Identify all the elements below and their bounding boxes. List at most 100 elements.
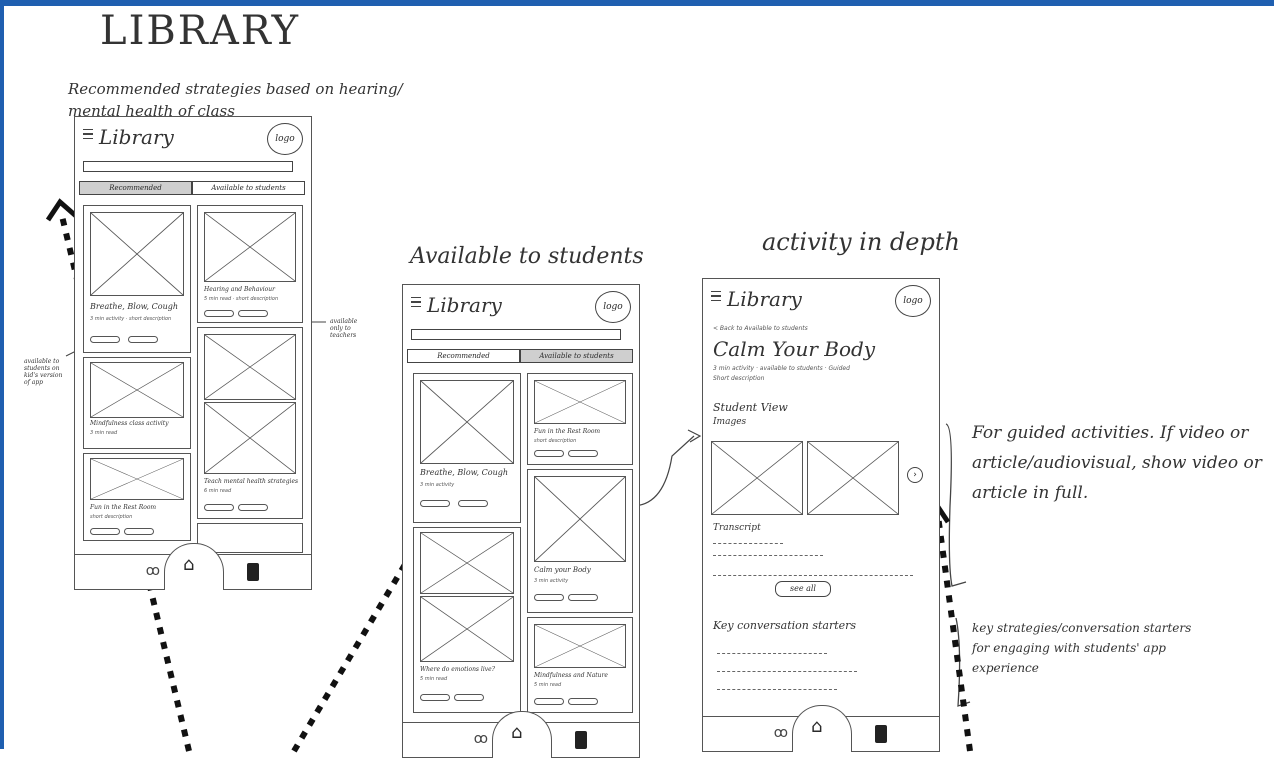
image-placeholder bbox=[534, 476, 626, 562]
image-placeholder bbox=[204, 334, 296, 400]
list-item[interactable]: Calm your Body 3 min activity bbox=[527, 469, 633, 613]
image-placeholder bbox=[534, 380, 626, 424]
book-icon[interactable] bbox=[575, 731, 588, 749]
card-title: Breathe, Blow, Cough bbox=[420, 468, 508, 477]
images-label: Images bbox=[713, 417, 747, 427]
card-meta: 5 min read · short description bbox=[204, 296, 279, 302]
phone-available: Library logo Recommended Available to st… bbox=[402, 284, 640, 758]
home-icon: ⌂ bbox=[811, 716, 823, 737]
pill-button[interactable] bbox=[204, 504, 234, 511]
bottom-nav: ꝏ ⌂ bbox=[703, 705, 939, 752]
activity-meta: 3 min activity · available to students ·… bbox=[713, 365, 850, 372]
card-title: Fun in the Rest Room bbox=[534, 428, 601, 435]
bottom-nav: ꝏ ⌂ bbox=[75, 543, 311, 590]
pill-button[interactable] bbox=[90, 528, 120, 535]
transcript-label: Transcript bbox=[713, 523, 761, 533]
card-meta: 5 min read bbox=[420, 676, 448, 682]
pill-button[interactable] bbox=[568, 698, 598, 705]
transcript-line bbox=[713, 555, 823, 556]
book-icon[interactable] bbox=[247, 563, 260, 581]
card-title: Calm your Body bbox=[534, 566, 591, 574]
student-view-label: Student View bbox=[713, 401, 788, 414]
people-icon[interactable]: ꝏ bbox=[146, 563, 160, 579]
bottom-nav: ꝏ ⌂ bbox=[403, 711, 639, 758]
menu-icon[interactable] bbox=[411, 297, 421, 307]
card-meta: short description bbox=[534, 438, 577, 444]
search-input[interactable] bbox=[411, 329, 621, 340]
card-meta: 3 min activity bbox=[420, 482, 455, 488]
home-button[interactable]: ⌂ bbox=[792, 705, 852, 752]
image-placeholder bbox=[420, 596, 514, 662]
logo-icon: logo bbox=[895, 285, 931, 317]
pill-button[interactable] bbox=[458, 500, 488, 507]
phone-recommended: Library logo Recommended Available to st… bbox=[74, 116, 312, 590]
activity-description: Short description bbox=[713, 375, 765, 382]
pill-button[interactable] bbox=[204, 310, 234, 317]
library-title: Library bbox=[727, 287, 802, 311]
people-icon[interactable]: ꝏ bbox=[474, 731, 488, 747]
tab-recommended[interactable]: Recommended bbox=[79, 181, 192, 195]
pill-button[interactable] bbox=[534, 594, 564, 601]
pill-button[interactable] bbox=[420, 500, 450, 507]
list-item[interactable]: Breathe, Blow, Cough 3 min activity bbox=[413, 373, 521, 523]
image-placeholder bbox=[90, 458, 184, 500]
tab-recommended[interactable]: Recommended bbox=[407, 349, 520, 363]
transcript-line bbox=[713, 543, 783, 544]
book-icon[interactable] bbox=[875, 725, 888, 743]
list-item[interactable]: Where do emotions live? 5 min read bbox=[413, 527, 521, 713]
card-title: Breathe, Blow, Cough bbox=[90, 302, 178, 311]
tab-available[interactable]: Available to students bbox=[192, 181, 305, 195]
tab-available[interactable]: Available to students bbox=[520, 349, 633, 363]
pill-button[interactable] bbox=[128, 336, 158, 343]
card-title: Mindfulness class activity bbox=[90, 420, 169, 427]
menu-icon[interactable] bbox=[711, 291, 721, 301]
logo-icon: logo bbox=[595, 291, 631, 323]
list-item[interactable]: Mindfulness class activity 3 min read bbox=[83, 357, 191, 449]
back-link[interactable]: < Back to Available to students bbox=[713, 325, 808, 332]
transcript-line bbox=[713, 575, 913, 576]
see-all-button[interactable]: see all bbox=[775, 581, 831, 597]
card-meta: 6 min read bbox=[204, 488, 232, 494]
card-title: Where do emotions live? bbox=[420, 666, 495, 673]
image-placeholder bbox=[807, 441, 899, 515]
card-meta: 5 min read bbox=[534, 682, 562, 688]
card-meta: 3 min read bbox=[90, 430, 118, 436]
list-item[interactable]: Breathe, Blow, Cough 3 min activity · sh… bbox=[83, 205, 191, 353]
home-button[interactable]: ⌂ bbox=[164, 543, 224, 590]
pill-button[interactable] bbox=[238, 504, 268, 511]
home-button[interactable]: ⌂ bbox=[492, 711, 552, 758]
card-meta: 3 min activity · short description bbox=[90, 316, 172, 322]
pill-button[interactable] bbox=[454, 694, 484, 701]
list-item[interactable]: Fun in the Rest Room short description bbox=[527, 373, 633, 465]
list-item[interactable]: Fun in the Rest Room short description bbox=[83, 453, 191, 541]
pill-button[interactable] bbox=[238, 310, 268, 317]
key-starters-label: Key conversation starters bbox=[713, 619, 857, 632]
search-input[interactable] bbox=[83, 161, 293, 172]
card-title: Hearing and Behaviour bbox=[204, 286, 276, 293]
menu-icon[interactable] bbox=[83, 129, 93, 139]
card-title: Teach mental health strategies bbox=[204, 478, 299, 485]
pill-button[interactable] bbox=[568, 450, 598, 457]
card-title: Fun in the Rest Room bbox=[90, 504, 157, 511]
phone-detail: Library logo < Back to Available to stud… bbox=[702, 278, 940, 752]
starter-line bbox=[717, 689, 837, 690]
image-placeholder bbox=[204, 212, 296, 282]
pill-button[interactable] bbox=[420, 694, 450, 701]
image-placeholder bbox=[420, 532, 514, 594]
library-title: Library bbox=[99, 125, 174, 149]
next-arrow-icon[interactable]: › bbox=[907, 467, 923, 483]
pill-button[interactable] bbox=[568, 594, 598, 601]
pill-button[interactable] bbox=[534, 450, 564, 457]
pill-button[interactable] bbox=[90, 336, 120, 343]
card-meta: short description bbox=[90, 514, 133, 520]
image-placeholder bbox=[420, 380, 514, 464]
pill-button[interactable] bbox=[534, 698, 564, 705]
list-item[interactable]: Mindfulness and Nature 5 min read bbox=[527, 617, 633, 713]
list-item[interactable]: Teach mental health strategies 6 min rea… bbox=[197, 327, 303, 519]
list-item[interactable]: Hearing and Behaviour 5 min read · short… bbox=[197, 205, 303, 323]
pill-button[interactable] bbox=[124, 528, 154, 535]
activity-title: Calm Your Body bbox=[713, 337, 876, 361]
image-placeholder bbox=[711, 441, 803, 515]
library-title: Library bbox=[427, 293, 502, 317]
people-icon[interactable]: ꝏ bbox=[774, 725, 788, 741]
